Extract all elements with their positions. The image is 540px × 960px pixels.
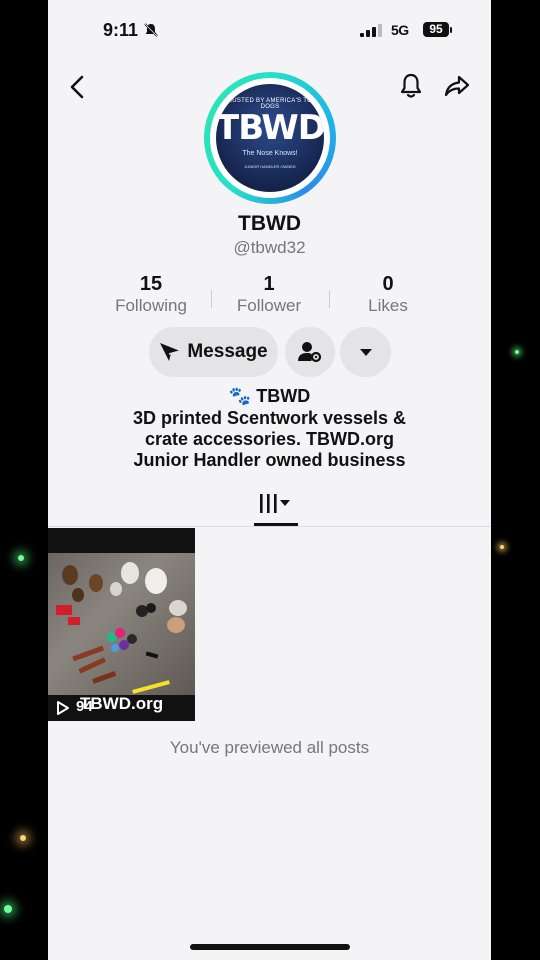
battery-icon: 95: [423, 22, 449, 37]
stat-followers[interactable]: 1 Follower: [214, 272, 324, 316]
avatar-logo-text: TBWD: [216, 108, 324, 148]
stat-likes[interactable]: 0 Likes: [333, 272, 443, 316]
background-sparkle: [500, 545, 504, 549]
tab-videos-grid[interactable]: [254, 488, 298, 524]
silent-bell-icon: [144, 23, 158, 37]
signal-icon: [360, 24, 382, 37]
stat-value: 0: [382, 273, 394, 295]
stat-divider: [211, 290, 212, 308]
avatar-tagline: The Nose Knows!: [242, 150, 298, 157]
home-indicator[interactable]: [190, 944, 350, 950]
video-caption: TBWD.org: [80, 694, 164, 713]
network-label: 5G: [391, 22, 409, 38]
stat-label: Follower: [236, 296, 302, 315]
tab-divider: [48, 526, 491, 527]
background-sparkle: [515, 350, 519, 354]
profile-handle: @tbwd32: [233, 238, 306, 257]
avatar-subtext: JUNIOR HANDLER OWNED: [244, 164, 296, 169]
play-icon: [57, 701, 69, 715]
video-thumbnail[interactable]: 94 TBWD.org: [48, 528, 195, 721]
background-sparkle: [4, 905, 12, 913]
person-settings-icon: [298, 342, 322, 363]
bio-line: Junior Handler owned business: [133, 450, 406, 470]
avatar-frame: TRUSTED BY AMERICA'S TOP DOGS TBWD The N…: [210, 78, 330, 198]
send-icon: [160, 343, 181, 361]
message-button-label: Message: [187, 341, 268, 362]
avatar[interactable]: TRUSTED BY AMERICA'S TOP DOGS TBWD The N…: [204, 72, 336, 204]
stat-label: Following: [115, 296, 187, 315]
avatar-image: TRUSTED BY AMERICA'S TOP DOGS TBWD The N…: [216, 84, 324, 192]
caret-down-icon: [359, 349, 372, 356]
battery-tip: [450, 27, 452, 33]
add-friend-button[interactable]: [285, 327, 335, 377]
thumbnail-photo: [56, 562, 187, 694]
more-options-dropdown[interactable]: [340, 327, 391, 377]
thumbnail-image: [48, 553, 195, 695]
stat-value: 15: [139, 273, 163, 295]
message-button[interactable]: Message: [149, 327, 278, 377]
status-time: 9:11: [103, 20, 139, 40]
stat-divider: [329, 290, 330, 308]
bio-line: 3D printed Scentwork vessels &: [132, 408, 407, 428]
battery-level: 95: [429, 22, 443, 36]
stat-following[interactable]: 15 Following: [96, 272, 206, 316]
end-of-posts-message: You've previewed all posts: [169, 738, 370, 757]
phone-screen: 9:11 5G 95 TRUSTED BY AMERICA'S TOP DOGS: [48, 0, 491, 960]
stat-value: 1: [263, 273, 275, 295]
profile-bio: 3D printed Scentwork vessels & crate acc…: [48, 408, 491, 471]
background-sparkle: [18, 555, 24, 561]
bio-name-line: 🐾 TBWD: [228, 386, 311, 406]
profile-display-name: TBWD: [238, 212, 301, 235]
bio-line: crate accessories. TBWD.org: [144, 429, 395, 449]
share-icon[interactable]: [443, 72, 471, 100]
status-bar: 9:11 5G 95: [48, 0, 491, 60]
notification-bell-icon[interactable]: [398, 72, 424, 100]
stat-label: Likes: [368, 296, 408, 315]
back-button[interactable]: [66, 74, 90, 100]
background-sparkle: [20, 835, 26, 841]
